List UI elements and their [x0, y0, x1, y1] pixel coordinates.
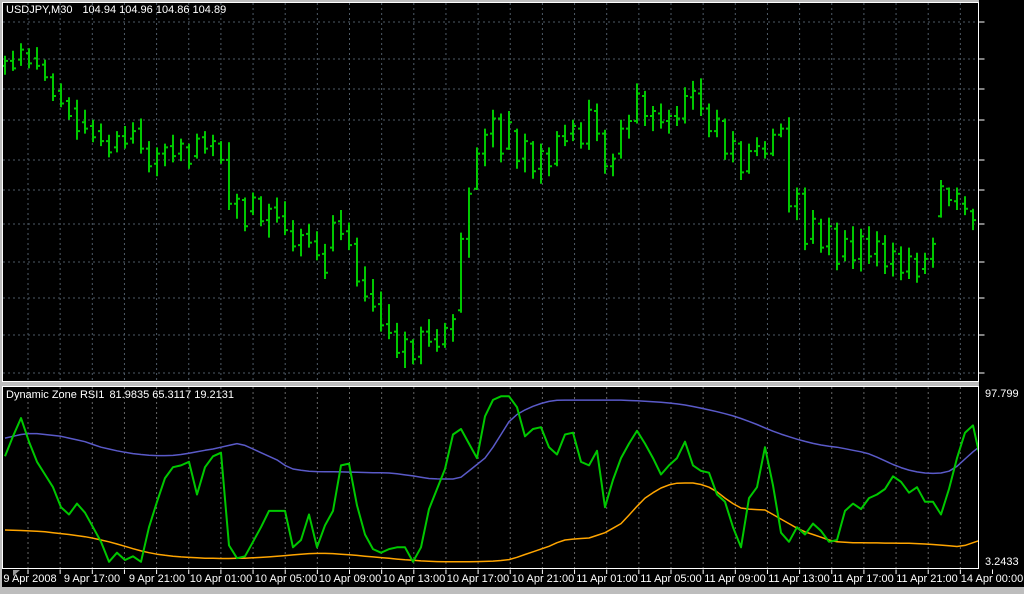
price-axis[interactable]: 102.75102.45102.20101.95101.65101.40101.…: [979, 0, 1024, 587]
time-tick-label: 10 Apr 21:00: [512, 573, 574, 585]
indicator-values: 81.9835 65.3117 19.2131: [109, 389, 234, 401]
chart-header: USDJPY,M30 104.94 104.96 104.86 104.89: [6, 4, 226, 16]
time-tick-label: 11 Apr 05:00: [640, 573, 702, 585]
window-frame-bottom: [0, 587, 1024, 594]
time-tick-label: 10 Apr 17:00: [447, 573, 509, 585]
main-chart-panel[interactable]: [2, 2, 979, 382]
time-tick-label: 9 Apr 17:00: [64, 573, 120, 585]
time-axis[interactable]: 9 Apr 2008 9 Apr 17:00 9 Apr 21:00 10 Apr 0…: [2, 569, 1024, 587]
chart-window: 102.75102.45102.20101.95101.65101.40101.…: [0, 0, 1024, 594]
time-tick-label: 10 Apr 01:00: [190, 573, 252, 585]
indicator-header: Dynamic Zone RSI1 81.9835 65.3117 19.2131: [6, 389, 234, 401]
time-tick-label: 11 Apr 21:00: [896, 573, 958, 585]
indicator-axis-max-label: 97.799: [985, 388, 1019, 400]
time-tick-label: 11 Apr 01:00: [576, 573, 638, 585]
time-tick-label: 14 Apr 00:00: [961, 573, 1023, 585]
indicator-name: Dynamic Zone RSI1: [6, 389, 104, 401]
time-tick-label: 10 Apr 13:00: [383, 573, 445, 585]
time-tick-label: 10 Apr 09:00: [319, 573, 381, 585]
time-tick-label: 9 Apr 2008: [3, 573, 56, 585]
indicator-panel[interactable]: [2, 386, 979, 569]
indicator-axis-min-label: 3.2433: [985, 556, 1019, 568]
time-tick-label: 11 Apr 17:00: [832, 573, 894, 585]
ohlc-quote: 104.94 104.96 104.86 104.89: [82, 4, 226, 16]
scroll-position-marker[interactable]: [13, 570, 20, 576]
time-tick-label: 11 Apr 09:00: [704, 573, 766, 585]
time-tick-label: 9 Apr 21:00: [129, 573, 185, 585]
time-tick-label: 11 Apr 13:00: [768, 573, 830, 585]
time-tick-label: 10 Apr 05:00: [255, 573, 317, 585]
symbol-title: USDJPY,M30: [6, 4, 72, 16]
